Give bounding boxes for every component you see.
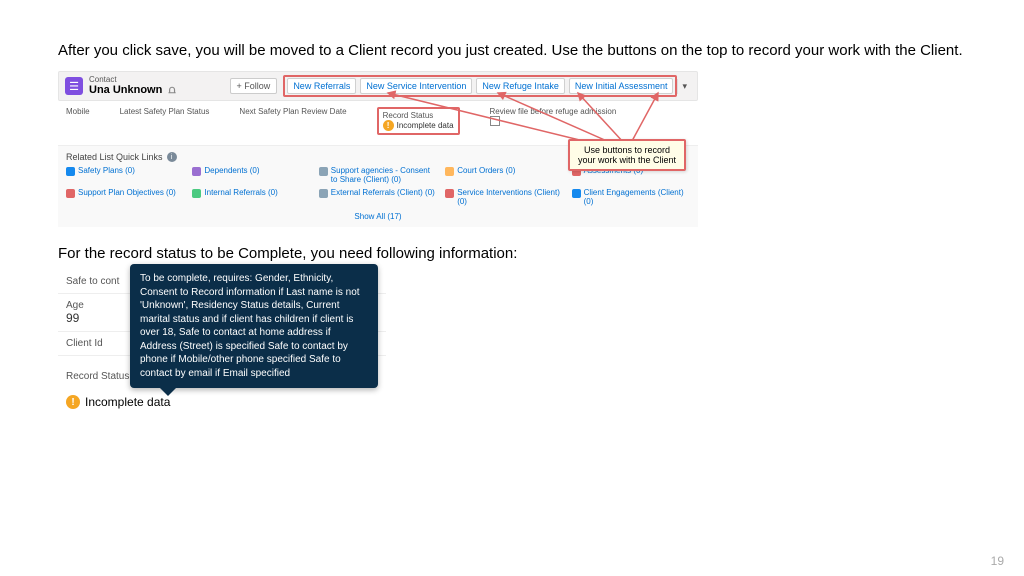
annotation-callout: Use buttons to record your work with the… (568, 139, 686, 171)
ql-dependents[interactable]: Dependents (0) (204, 166, 259, 175)
field-latest-safety-plan: Latest Safety Plan Status (120, 107, 210, 135)
screenshot-contact-record: ☰ Contact Una Unknown ⩍ + Follow New Ref… (58, 71, 698, 227)
warning-icon: ! (383, 120, 394, 131)
ql-internal-referrals[interactable]: Internal Referrals (0) (204, 188, 277, 197)
show-all-link[interactable]: Show All (17) (66, 212, 690, 221)
new-refuge-intake-button[interactable]: New Refuge Intake (476, 78, 565, 94)
more-actions-button[interactable]: ▾ (677, 79, 691, 94)
field-record-status: Record Status ! Incomplete data (377, 107, 460, 135)
new-initial-assessment-button[interactable]: New Initial Assessment (569, 78, 674, 94)
helptext-tooltip: To be complete, requires: Gender, Ethnic… (130, 264, 378, 388)
ql-court-orders[interactable]: Court Orders (0) (457, 166, 515, 175)
para-complete-info: For the record status to be Complete, yo… (58, 245, 966, 262)
field-review-file: Review file before refuge admission (490, 107, 617, 135)
field-mobile: Mobile (66, 107, 90, 135)
warning-icon: ! (66, 395, 80, 409)
record-header: ☰ Contact Una Unknown ⩍ + Follow New Ref… (58, 71, 698, 101)
action-button-row: New Referrals New Service Intervention N… (283, 75, 677, 97)
review-file-checkbox[interactable] (490, 116, 500, 126)
ql-client-engagements[interactable]: Client Engagements (Client) (0) (584, 188, 690, 206)
new-referrals-button[interactable]: New Referrals (287, 78, 356, 94)
contact-icon: ☰ (65, 77, 83, 95)
new-service-intervention-button[interactable]: New Service Intervention (360, 78, 472, 94)
page-number: 19 (991, 554, 1004, 568)
record-status-value: Incomplete data (85, 395, 170, 409)
screenshot-record-status-tooltip: Safe to cont Age 99 Client Id Record Sta… (58, 270, 386, 411)
related-list-title: Related List Quick Links (66, 152, 163, 162)
field-next-review-date: Next Safety Plan Review Date (239, 107, 346, 135)
info-icon[interactable]: i (167, 152, 177, 162)
intro-text: After you click save, you will be moved … (58, 40, 966, 61)
ql-safety-plans[interactable]: Safety Plans (0) (78, 166, 135, 175)
ql-support-agencies[interactable]: Support agencies - Consent to Share (Cli… (331, 166, 437, 184)
record-status-label: Record Status (66, 371, 129, 382)
follow-button[interactable]: + Follow (230, 78, 278, 94)
ql-support-plan-objectives[interactable]: Support Plan Objectives (0) (78, 188, 176, 197)
ql-service-interventions[interactable]: Service Interventions (Client) (0) (457, 188, 563, 206)
hierarchy-icon[interactable]: ⩍ (168, 84, 175, 96)
ql-external-referrals[interactable]: External Referrals (Client) (0) (331, 188, 435, 197)
record-name: Una Unknown ⩍ (89, 84, 176, 97)
record-type-label: Contact (89, 75, 176, 84)
